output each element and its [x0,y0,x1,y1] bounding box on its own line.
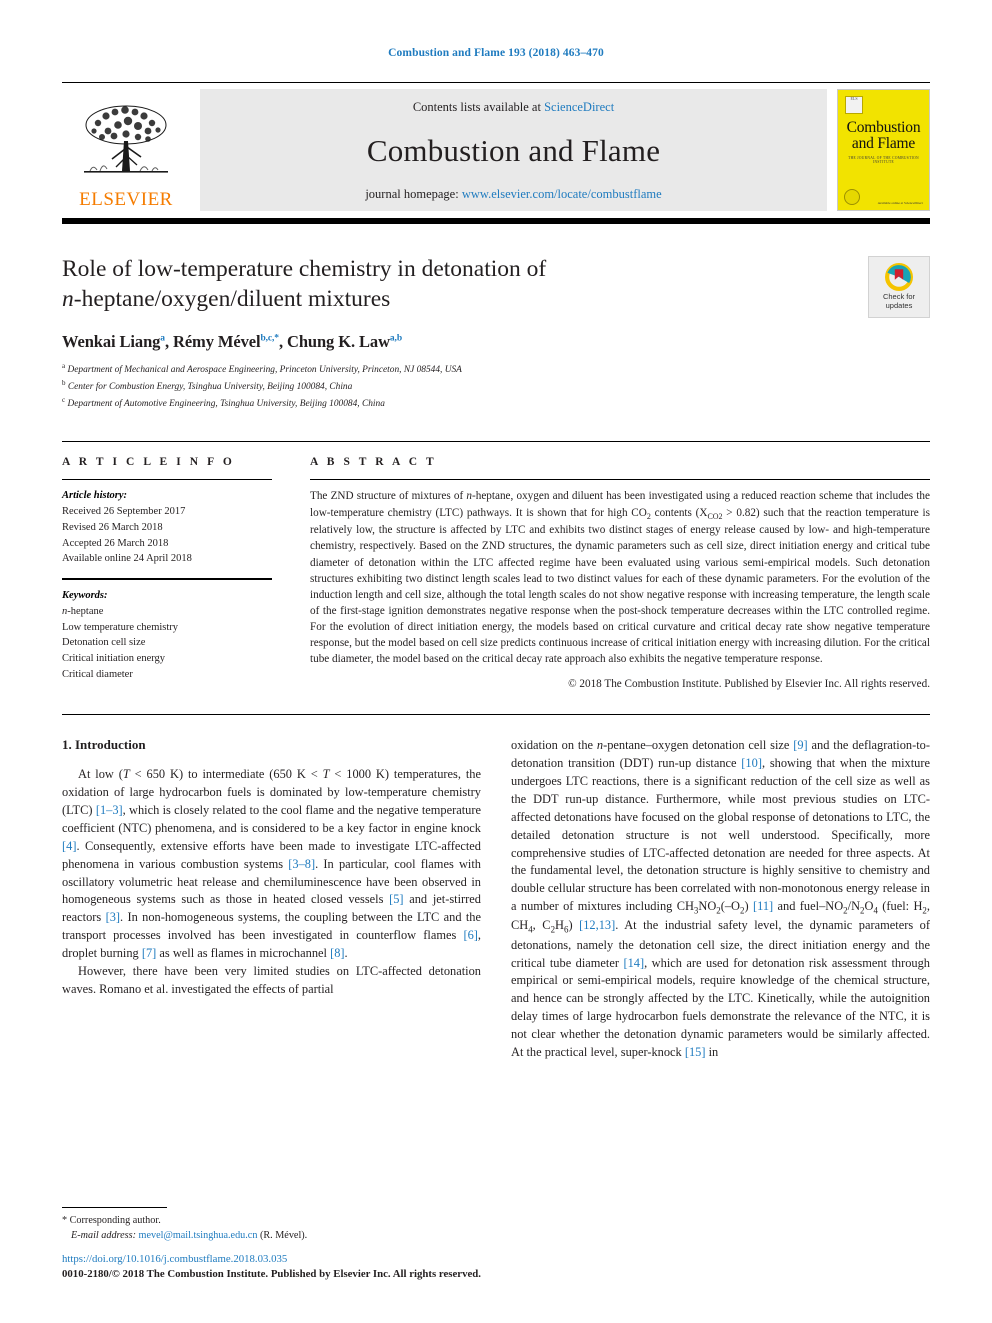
title-block: Check for updates Role of low-temperature… [62,254,930,411]
masthead-top-rule [62,82,930,83]
journal-homepage-line: journal homepage: www.elsevier.com/locat… [365,187,661,202]
keywords-label: Keywords: [62,590,108,602]
contents-prefix: Contents lists available at [412,100,545,114]
footnote-corresponding: * Corresponding author. [62,1213,492,1228]
paper-title-line1: Role of low-temperature chemistry in det… [62,256,547,282]
affiliation-mark: c [62,395,66,404]
elsevier-tree-icon [84,105,168,173]
cover-seal-icon [844,189,860,205]
corresponding-author-footnote: * Corresponding author. E-mail address: … [62,1206,492,1243]
keyword-item: n-heptane [62,605,104,617]
journal-masthead: ELSEVIER Contents lists available at Sci… [62,82,930,224]
affiliation-item: b Center for Combustion Energy, Tsinghua… [62,378,930,395]
cover-title-line1: Combustion [846,119,921,136]
contents-available-line: Contents lists available at ScienceDirec… [413,100,614,115]
affiliation-text: Center for Combustion Energy, Tsinghua U… [67,382,353,393]
cover-elsevier-icon: ELS [845,96,863,114]
abstract-copyright: © 2018 The Combustion Institute. Publish… [568,678,930,691]
journal-cover-thumbnail: ELS Combustion and Flame THE JOURNAL OF … [837,89,930,211]
body-paragraph: At low (T < 650 K) to intermediate (650 … [62,767,481,960]
affiliation-item: c Department of Automotive Engineering, … [62,395,930,412]
masthead-bottom-rule [62,218,930,224]
doi-link[interactable]: https://doi.org/10.1016/j.combustflame.2… [62,1252,930,1268]
issn-copyright-line: 0010-2180/© 2018 The Combustion Institut… [62,1268,481,1281]
keyword-item: Critical diameter [62,668,133,680]
body-columns: 1. Introduction At low (T < 650 K) to in… [62,737,930,1061]
body-paragraph: However, there have been very limited st… [62,963,481,996]
affiliation-mark: b [62,378,66,387]
journal-homepage-link[interactable]: www.elsevier.com/locate/combustflame [462,187,662,201]
footnote-rule [62,1206,167,1208]
author-affil-mark: b,c, [260,333,275,344]
author-affil-mark: a,b [389,333,403,344]
running-head: Combustion and Flame 193 (2018) 463–470 [388,47,604,59]
author-name[interactable]: Rémy Mével [173,332,261,351]
affiliation-mark: a [62,362,66,371]
homepage-prefix: journal homepage: [365,187,462,201]
cover-sciencedirect-note: Available online at ScienceDirect [877,200,923,205]
body-column-left: 1. Introduction At low (T < 650 K) to in… [62,737,483,1061]
author-name[interactable]: Wenkai Liang [62,332,160,351]
article-history-label: Article history: [62,490,128,502]
cover-subtitle: THE JOURNAL OF THE COMBUSTION INSTITUTE [848,156,919,165]
author-name[interactable]: Chung K. Law [287,332,390,351]
cover-title-line2: and Flame [851,135,916,153]
affiliation-list: a Department of Mechanical and Aerospace… [62,361,930,411]
article-history-item: Revised 26 March 2018 [62,521,163,533]
article-history-item: Available online 24 April 2018 [62,553,192,565]
sciencedirect-link[interactable]: ScienceDirect [544,100,614,114]
author-list: Wenkai Lianga, Rémy Mévelb,c,*, Chung K.… [62,332,930,352]
keyword-item: Low temperature chemistry [62,621,179,633]
affiliation-text: Department of Mechanical and Aerospace E… [67,365,462,376]
body-column-right: oxidation on the n-pentane–oxygen detona… [511,737,930,1061]
elsevier-logo: ELSEVIER [62,89,190,211]
footnote-marker: * [62,1214,68,1226]
crossmark-icon [885,263,913,292]
keyword-item: Detonation cell size [62,637,146,649]
paper-title-line2-italic: n [62,286,74,313]
keywords-rule [62,578,272,581]
keyword-item: Critical initiation energy [62,653,166,665]
section-heading-introduction: 1. Introduction [62,737,146,753]
masthead-center: Contents lists available at ScienceDirec… [200,89,827,211]
body-top-rule [62,714,930,716]
cover-title: Combustion and Flame [846,119,921,153]
page-footer: https://doi.org/10.1016/j.combustflame.2… [62,1252,930,1283]
journal-article-page: Combustion and Flame 193 (2018) 463–470 [0,0,992,1323]
affiliation-text: Department of Automotive Engineering, Ts… [67,398,385,409]
author-separator: , [164,332,174,352]
footnote-email-line: E-mail address: mevel@mail.tsinghua.edu.… [62,1228,492,1243]
page-title: Role of low-temperature chemistry in det… [62,254,702,314]
email-label: E-mail address: [71,1229,136,1241]
affiliation-item: a Department of Mechanical and Aerospace… [62,361,930,378]
crossmark-badge[interactable]: Check for updates [868,256,930,318]
cover-footer: Available online at ScienceDirect [838,189,929,205]
info-abstract-row: A R T I C L E I N F O Article history: R… [62,456,930,690]
elsevier-wordmark: ELSEVIER [79,189,173,210]
info-section-top-rule [62,441,930,443]
abstract-rule [310,479,930,481]
crossmark-label: Check for updates [882,292,916,310]
journal-title: Combustion and Flame [366,133,661,168]
email-owner: (R. Mével). [259,1229,308,1241]
body-paragraph: oxidation on the n-pentane–oxygen detona… [511,738,931,1059]
email-link[interactable]: mevel@mail.tsinghua.edu.cn [139,1230,258,1241]
paper-title-line2-rest: -heptane/oxygen/diluent mixtures [73,286,391,313]
article-info-heading: A R T I C L E I N F O [62,456,235,469]
article-history-item: Received 26 September 2017 [62,506,186,518]
abstract-column: A B S T R A C T The ZND structure of mix… [310,456,930,690]
abstract-heading: A B S T R A C T [310,456,437,469]
article-history-item: Accepted 26 March 2018 [62,537,169,549]
article-info-column: A R T I C L E I N F O Article history: R… [62,456,310,690]
footnote-corresponding-label: Corresponding author. [69,1214,161,1226]
author-separator: , [278,332,288,352]
abstract-text: The ZND structure of mixtures of n-hepta… [310,490,930,666]
article-info-rule [62,479,272,481]
